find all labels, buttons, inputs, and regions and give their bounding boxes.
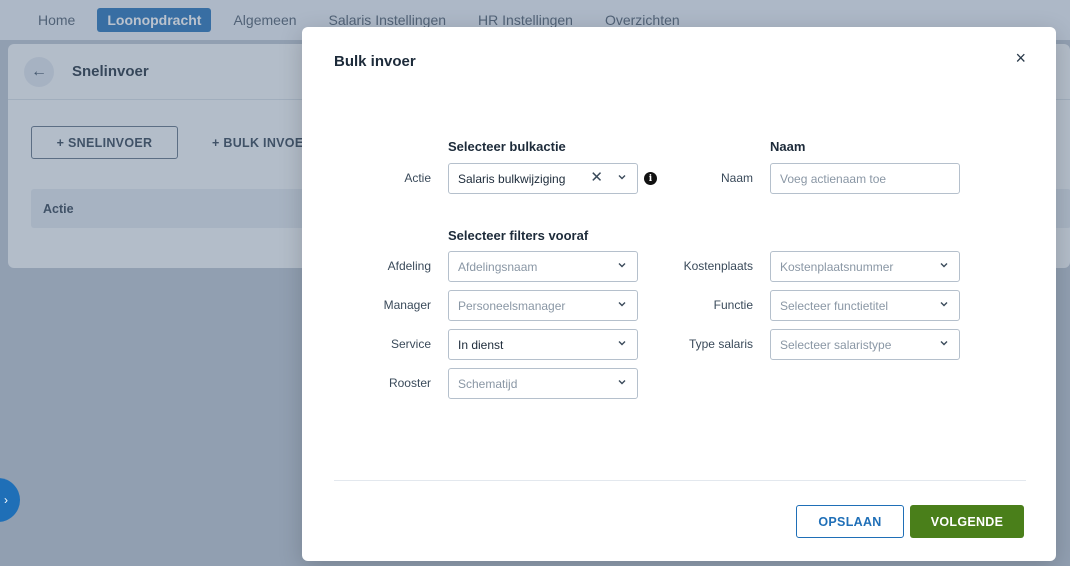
chevron-right-icon: › — [4, 493, 8, 507]
manager-select[interactable]: Personeelsmanager — [448, 290, 638, 321]
next-button[interactable]: VOLGENDE — [910, 505, 1024, 538]
functie-placeholder: Selecteer functietitel — [780, 298, 889, 313]
section-title-filters: Selecteer filters vooraf — [448, 228, 589, 243]
actie-select-value: Salaris bulkwijziging — [458, 171, 566, 186]
actie-label: Actie — [404, 171, 431, 185]
naam-label: Naam — [720, 171, 753, 185]
close-icon[interactable]: × — [1015, 49, 1026, 67]
chevron-down-icon — [940, 302, 948, 307]
bulk-invoer-dialog: Bulk invoer × Selecteer bulkactie Naam A… — [302, 27, 1056, 561]
service-select[interactable]: In dienst — [448, 329, 638, 360]
rooster-select[interactable]: Schematijd — [448, 368, 638, 399]
afdeling-placeholder: Afdelingsnaam — [458, 259, 538, 274]
afdeling-label: Afdeling — [387, 259, 431, 273]
manager-placeholder: Personeelsmanager — [458, 298, 566, 313]
kostenplaats-placeholder: Kostenplaatsnummer — [780, 259, 894, 274]
functie-select[interactable]: Selecteer functietitel — [770, 290, 960, 321]
kostenplaats-label: Kostenplaats — [683, 259, 753, 273]
naam-input[interactable]: Voeg actienaam toe — [770, 163, 960, 194]
type-salaris-label: Type salaris — [688, 337, 753, 351]
chevron-down-icon — [618, 175, 626, 180]
chevron-down-icon — [618, 302, 626, 307]
type-salaris-select[interactable]: Selecteer salaristype — [770, 329, 960, 360]
footer-divider — [334, 480, 1026, 481]
afdeling-select[interactable]: Afdelingsnaam — [448, 251, 638, 282]
kostenplaats-select[interactable]: Kostenplaatsnummer — [770, 251, 960, 282]
rooster-placeholder: Schematijd — [458, 376, 518, 391]
chevron-down-icon — [940, 341, 948, 346]
naam-placeholder: Voeg actienaam toe — [780, 171, 887, 186]
manager-label: Manager — [383, 298, 431, 312]
clear-icon[interactable]: ✕ — [590, 170, 603, 185]
save-button[interactable]: OPSLAAN — [796, 505, 904, 538]
dialog-title: Bulk invoer — [334, 53, 416, 70]
chevron-down-icon — [618, 341, 626, 346]
functie-label: Functie — [713, 298, 753, 312]
rooster-label: Rooster — [388, 376, 431, 390]
chevron-down-icon — [618, 380, 626, 385]
section-title-bulkactie: Selecteer bulkactie — [448, 139, 566, 154]
section-title-naam: Naam — [770, 139, 806, 154]
service-label: Service — [390, 337, 431, 351]
type-salaris-placeholder: Selecteer salaristype — [780, 337, 892, 352]
actie-select[interactable]: Salaris bulkwijziging ✕ — [448, 163, 638, 194]
service-value: In dienst — [458, 337, 504, 352]
chevron-down-icon — [940, 263, 948, 268]
chevron-down-icon — [618, 263, 626, 268]
